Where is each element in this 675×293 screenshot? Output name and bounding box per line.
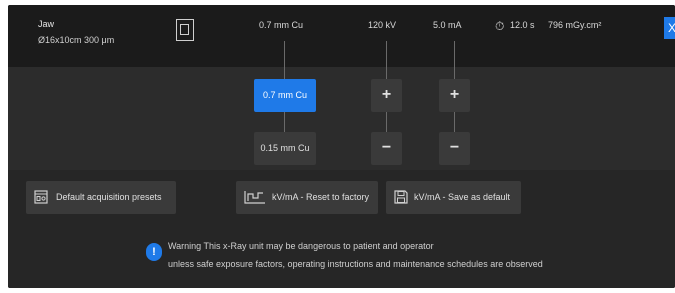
ma-increase-button[interactable]: + — [439, 79, 470, 112]
kv-value: 120 kV — [368, 20, 397, 30]
filter-value: 0.7 mm Cu — [259, 20, 304, 30]
ma-guide-line — [454, 112, 455, 132]
ma-guide-line — [454, 41, 455, 79]
close-button[interactable]: X — [664, 17, 675, 39]
reset-factory-button[interactable]: kV/mA - Reset to factory — [236, 181, 378, 214]
stopwatch-icon: ⏱ — [495, 19, 505, 33]
kv-decrease-button[interactable]: − — [371, 132, 402, 165]
warning-text-line1: Warning This x-Ray unit may be dangerous… — [168, 241, 434, 251]
parameter-band — [8, 67, 675, 170]
jaw-size: Ø16x10cm 300 μm — [38, 35, 115, 45]
reset-factory-label: kV/mA - Reset to factory — [272, 192, 370, 202]
kv-guide-line — [386, 112, 387, 132]
exposure-time: 12.0 s — [510, 20, 535, 30]
default-presets-button[interactable]: Default acquisition presets — [26, 181, 176, 214]
info-warning-icon: ! — [146, 243, 162, 261]
ma-value: 5.0 mA — [433, 20, 462, 30]
presets-icon — [34, 190, 48, 204]
xray-control-panel: Jaw Ø16x10cm 300 μm 0.7 mm Cu 120 kV 5.0… — [8, 5, 675, 288]
kv-guide-line — [386, 41, 387, 79]
floppy-save-icon — [394, 190, 408, 204]
warning-text-line2: unless safe exposure factors, operating … — [168, 259, 543, 269]
ma-decrease-button[interactable]: − — [439, 132, 470, 165]
collimator-icon[interactable] — [176, 19, 194, 41]
filter-guide-line — [284, 112, 285, 132]
jaw-title: Jaw — [38, 19, 55, 29]
filter-option[interactable]: 0.15 mm Cu — [254, 132, 316, 165]
default-presets-label: Default acquisition presets — [56, 192, 162, 202]
save-default-button[interactable]: kV/mA - Save as default — [386, 181, 521, 214]
chart-reset-icon — [244, 191, 265, 204]
kv-increase-button[interactable]: + — [371, 79, 402, 112]
filter-guide-line — [284, 41, 285, 79]
save-default-label: kV/mA - Save as default — [414, 192, 511, 202]
filter-option-selected[interactable]: 0.7 mm Cu — [254, 79, 316, 112]
dose-value: 796 mGy.cm² — [548, 20, 602, 30]
